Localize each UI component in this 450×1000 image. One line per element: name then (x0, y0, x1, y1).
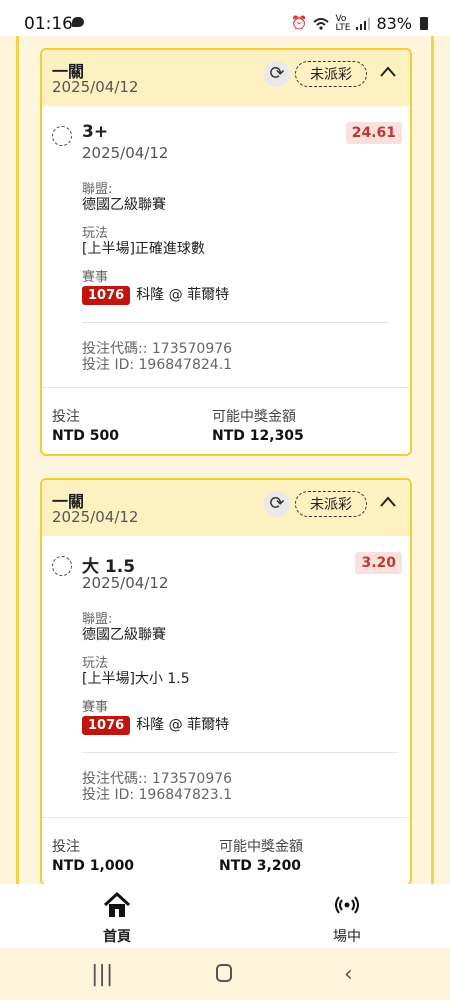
status-badge: 未派彩 (295, 61, 367, 87)
status-time: 01:16 (24, 14, 73, 34)
odds-badge: 3.20 (355, 552, 402, 574)
nav-live-label: 場中 (333, 929, 361, 945)
event-label: 賽事 (82, 700, 109, 715)
select-radio[interactable] (52, 126, 72, 146)
event-value: 1076 科隆 @ 菲爾特 (82, 714, 229, 735)
right-rail (431, 36, 434, 886)
refresh-icon[interactable]: ⟳ (264, 491, 290, 517)
nav-live[interactable]: 場中 (307, 892, 387, 946)
alarm-icon: ⏰ (291, 16, 308, 31)
home-icon (103, 891, 131, 917)
back-icon[interactable]: ‹ (344, 962, 353, 987)
bet-card: 一關 2025/04/12 ⟳ 未派彩 大 1.5 2025/04/12 3.2… (40, 478, 412, 886)
signal-icon (356, 17, 371, 30)
chat-icon (72, 17, 84, 27)
bet-card-header[interactable]: 一關 2025/04/12 ⟳ 未派彩 (42, 50, 410, 106)
chevron-up-icon[interactable] (378, 62, 398, 82)
nav-home-label: 首頁 (103, 929, 131, 945)
footer-divider (42, 387, 410, 388)
nav-home[interactable]: 首頁 (77, 891, 157, 946)
volte-icon: Vo LTE (335, 13, 351, 33)
wifi-icon (313, 17, 330, 30)
divider (82, 752, 398, 753)
selection: 3+ (82, 122, 109, 142)
bet-id: 投注 ID: 196847824.1 (82, 357, 233, 373)
status-badge: 未派彩 (295, 491, 367, 517)
stake-label: 投注 (52, 839, 80, 855)
payout-label: 可能中獎金額 (219, 839, 303, 855)
selection-date: 2025/04/12 (82, 574, 169, 592)
bet-card-header[interactable]: 一關 2025/04/12 ⟳ 未派彩 (42, 480, 410, 536)
system-nav: ||| ‹ (0, 948, 450, 1000)
match-name: 科隆 @ 菲爾特 (136, 717, 230, 733)
payout-label: 可能中獎金額 (212, 409, 296, 425)
chevron-up-icon[interactable] (378, 492, 398, 512)
bet-date: 2025/04/12 (52, 78, 139, 96)
payout-value: NTD 12,305 (212, 428, 304, 444)
odds-badge: 24.61 (345, 122, 402, 144)
stake-value: NTD 500 (52, 428, 119, 444)
league-value: 德國乙級聯賽 (82, 627, 166, 643)
bet-date: 2025/04/12 (52, 508, 139, 526)
payout-value: NTD 3,200 (219, 858, 302, 874)
bet-card: 一關 2025/04/12 ⟳ 未派彩 3+ 2025/04/12 24.61 … (40, 48, 412, 456)
status-icons: ⏰ Vo LTE 83% (291, 14, 428, 33)
selection-date: 2025/04/12 (82, 144, 169, 162)
bet-id: 投注 ID: 196847823.1 (82, 787, 233, 803)
league-value: 德國乙級聯賽 (82, 197, 166, 213)
select-radio[interactable] (52, 556, 72, 576)
divider (82, 322, 388, 323)
refresh-icon[interactable]: ⟳ (264, 61, 290, 87)
match-number-badge: 1076 (82, 286, 131, 305)
market-value: [上半場]正確進球數 (82, 241, 205, 257)
event-value: 1076 科隆 @ 菲爾特 (82, 284, 229, 305)
bottom-nav: 首頁 場中 (0, 884, 450, 948)
match-number-badge: 1076 (82, 716, 131, 735)
recent-apps-icon[interactable]: ||| (91, 962, 113, 987)
match-name: 科隆 @ 菲爾特 (136, 287, 230, 303)
footer-divider (42, 817, 410, 818)
battery-percent: 83% (376, 14, 412, 33)
battery-icon (420, 17, 428, 30)
left-rail (16, 36, 19, 886)
event-label: 賽事 (82, 270, 109, 285)
broadcast-icon (335, 896, 359, 914)
home-button-icon[interactable] (216, 964, 232, 982)
stake-label: 投注 (52, 409, 80, 425)
market-value: [上半場]大小 1.5 (82, 671, 190, 687)
stake-value: NTD 1,000 (52, 858, 135, 874)
